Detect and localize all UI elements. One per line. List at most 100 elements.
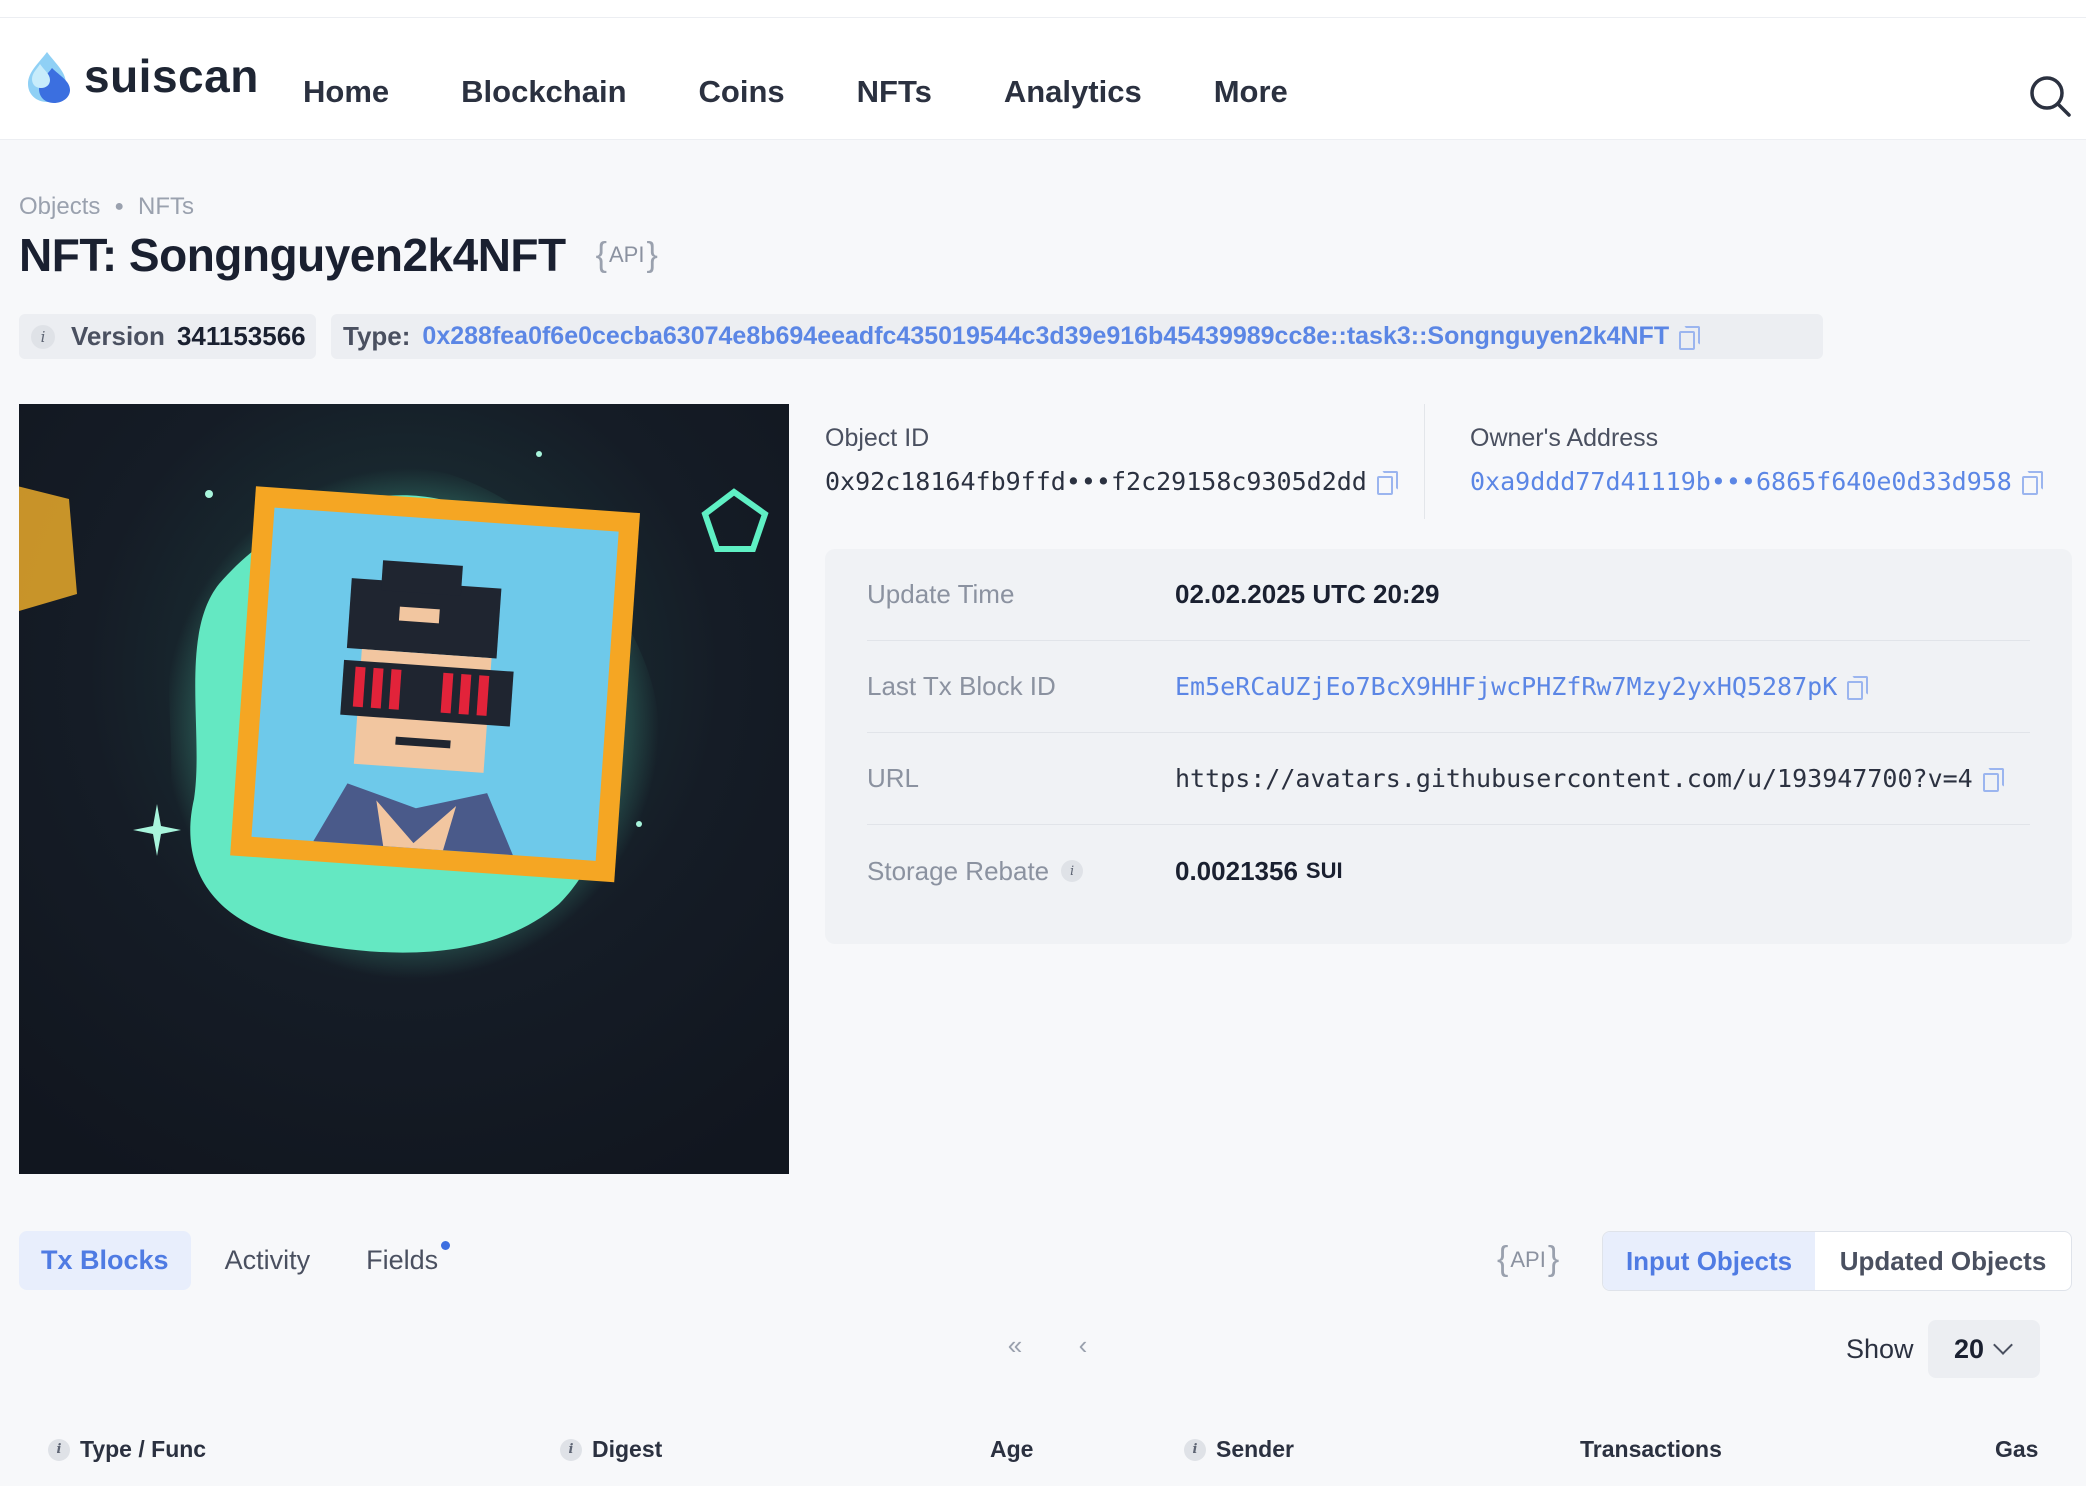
breadcrumb-nfts[interactable]: NFTs [138, 193, 194, 221]
last-tx-link[interactable]: Em5eRCaUZjEo7BcX9HHFjwcPHZfRw7Mzy2yxHQ52… [1175, 672, 1837, 701]
breadcrumb: Objects ● NFTs [19, 193, 194, 221]
chevron-down-icon [1993, 1335, 2013, 1355]
last-tx-label: Last Tx Block ID [867, 671, 1056, 701]
version-label: Version [71, 321, 165, 351]
th-age-label: Age [990, 1436, 1034, 1462]
object-id-value: 0x92c18164fb9ffd•••f2c29158c9305d2dd [825, 467, 1367, 496]
notification-dot [441, 1241, 451, 1250]
url-row: URL https://avatars.githubusercontent.co… [867, 733, 2030, 825]
sui-unit: SUI [1305, 858, 1343, 883]
object-id-value-row: 0x92c18164fb9ffd•••f2c29158c9305d2dd [825, 467, 1398, 496]
copy-icon[interactable] [1847, 675, 1869, 700]
prev-page-icon[interactable]: ‹ [1068, 1330, 1098, 1360]
nav-home[interactable]: Home [303, 74, 389, 110]
tab-fields-label: Fields [366, 1245, 439, 1275]
th-sender-label: Sender [1216, 1436, 1294, 1462]
info-icon[interactable]: i [560, 1438, 582, 1461]
brace-close-icon: } [646, 235, 658, 274]
url-value: https://avatars.githubusercontent.com/u/… [1175, 764, 1973, 793]
input-objects-button[interactable]: Input Objects [1603, 1232, 1815, 1290]
copy-icon[interactable] [1982, 767, 2004, 792]
first-page-icon[interactable]: « [1000, 1330, 1030, 1360]
th-digest-label: Digest [592, 1436, 663, 1462]
page-size-value: 20 [1954, 1333, 1985, 1364]
suiscan-logo[interactable]: suiscan [20, 48, 259, 104]
pagination: « ‹ [1000, 1330, 1136, 1360]
storage-rebate-value-row: 0.0021356 SUI [1175, 856, 1343, 887]
objects-toggle: Input Objects Updated Objects [1602, 1231, 2072, 1291]
api-button[interactable]: { API } [1497, 1240, 1559, 1279]
info-icon[interactable]: i [48, 1438, 70, 1461]
divider [1424, 404, 1425, 519]
search-icon[interactable] [2028, 74, 2072, 118]
url-label: URL [867, 763, 920, 793]
page-title: NFT: Songnguyen2k4NFT [19, 229, 566, 281]
app-name: suiscan [84, 50, 259, 102]
copy-icon[interactable] [1679, 325, 1701, 350]
storage-rebate-row: Storage Rebate i 0.0021356 SUI [867, 825, 2030, 917]
copy-icon[interactable] [2021, 470, 2043, 495]
nav-coins[interactable]: Coins [699, 74, 785, 110]
table-header: i Type / Func i Digest Age i Sender Tran… [0, 1436, 2086, 1466]
info-icon[interactable]: i [31, 324, 55, 349]
type-pill: Type: 0x288fea0f6e0cecba63074e8b694eeadf… [331, 314, 1823, 359]
brace-open-icon: { [595, 235, 607, 274]
owner-address-block: Owner's Address 0xa9ddd77d41119b•••6865f… [1470, 424, 2043, 496]
breadcrumb-separator: ● [114, 198, 125, 215]
th-type-func-label: Type / Func [80, 1436, 207, 1462]
nav-analytics[interactable]: Analytics [1004, 74, 1142, 110]
th-age: Age [990, 1436, 1033, 1463]
details-card: Update Time 02.02.2025 UTC 20:29 Last Tx… [825, 549, 2072, 944]
update-time-value: 02.02.2025 UTC 20:29 [1175, 579, 1440, 609]
update-time-row: Update Time 02.02.2025 UTC 20:29 [867, 549, 2030, 641]
th-type-func: i Type / Func [48, 1436, 206, 1463]
tabs: Tx Blocks Activity Fields [19, 1231, 472, 1290]
tab-fields[interactable]: Fields [344, 1231, 460, 1290]
brace-close-icon: } [1547, 1240, 1560, 1278]
th-transactions: Transactions [1580, 1436, 1722, 1463]
object-id-block: Object ID 0x92c18164fb9ffd•••f2c29158c93… [825, 424, 1398, 496]
show-label: Show [1846, 1334, 1914, 1364]
page-size-select[interactable]: 20 [1928, 1320, 2040, 1378]
nav-blockchain[interactable]: Blockchain [461, 74, 626, 110]
info-icon[interactable]: i [1061, 860, 1084, 882]
nav-more[interactable]: More [1214, 74, 1288, 110]
owner-address-label: Owner's Address [1470, 424, 1659, 452]
suiscan-logo-icon [20, 48, 74, 104]
breadcrumb-objects[interactable]: Objects [19, 193, 100, 221]
title-row: NFT: Songnguyen2k4NFT { API } [19, 228, 658, 282]
nav-nfts[interactable]: NFTs [857, 74, 932, 110]
brace-open-icon: { [1497, 1240, 1509, 1278]
version-pill: i Version 341153566 [19, 314, 316, 359]
th-sender: i Sender [1184, 1436, 1294, 1463]
th-digest: i Digest [560, 1436, 662, 1463]
th-gas: Gas [1995, 1436, 2038, 1463]
storage-rebate-value: 0.0021356 [1175, 855, 1298, 886]
top-strip [0, 0, 2086, 18]
info-icon[interactable]: i [1184, 1438, 1206, 1461]
update-time-label: Update Time [867, 579, 1015, 609]
owner-address-link[interactable]: 0xa9ddd77d41119b•••6865f640e0d33d958 [1470, 467, 2012, 496]
last-tx-row: Last Tx Block ID Em5eRCaUZjEo7BcX9HHFjwc… [867, 641, 2030, 733]
type-label: Type: [343, 321, 411, 351]
nft-image [19, 404, 789, 1174]
url-value-row: https://avatars.githubusercontent.com/u/… [1175, 764, 2004, 793]
owner-address-value-row: 0xa9ddd77d41119b•••6865f640e0d33d958 [1470, 467, 2043, 496]
version-value: 341153566 [176, 321, 306, 351]
tab-activity[interactable]: Activity [203, 1231, 333, 1290]
updated-objects-button[interactable]: Updated Objects [1815, 1232, 2071, 1290]
object-id-label: Object ID [825, 424, 930, 452]
storage-rebate-label-wrap: Storage Rebate i [867, 856, 1175, 887]
th-transactions-label: Transactions [1580, 1436, 1722, 1462]
copy-icon[interactable] [1376, 470, 1398, 495]
type-link[interactable]: 0x288fea0f6e0cecba63074e8b694eeadfc43501… [422, 322, 1669, 351]
site-header: suiscan Home Blockchain Coins NFTs Analy… [0, 18, 2086, 140]
api-label: API [1510, 1246, 1546, 1272]
api-button[interactable]: { API } [596, 236, 658, 275]
th-gas-label: Gas [1995, 1436, 2039, 1462]
last-tx-value-row: Em5eRCaUZjEo7BcX9HHFjwcPHZfRw7Mzy2yxHQ52… [1175, 672, 1869, 701]
tab-tx-blocks[interactable]: Tx Blocks [19, 1231, 191, 1290]
main-nav: Home Blockchain Coins NFTs Analytics Mor… [303, 74, 1360, 110]
api-label: API [608, 242, 645, 267]
storage-rebate-label: Storage Rebate [867, 855, 1050, 886]
